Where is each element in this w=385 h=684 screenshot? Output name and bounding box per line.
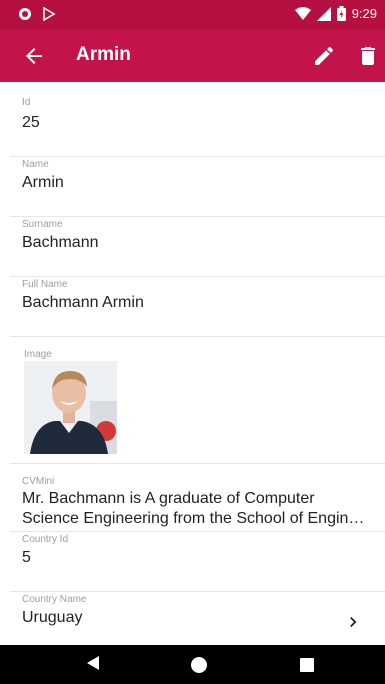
field-value: Mr. Bachmann is A graduate of Computer S… [22,490,365,527]
record-icon [19,8,31,20]
field-label: Image [24,349,52,360]
system-nav-bar [0,645,385,684]
detail-content[interactable]: Id 25 Name Armin Surname Bachmann Full N… [0,82,385,645]
arrow-back-icon[interactable] [22,44,46,68]
pencil-icon[interactable] [312,44,336,68]
field-value: Bachmann [22,234,99,251]
field-value: Bachmann Armin [22,294,144,311]
profile-photo [24,361,117,454]
wifi-icon [294,6,311,20]
status-time: 9:29 [351,6,377,21]
field-surname: Surname Bachmann [10,217,385,277]
field-name: Name Armin [10,157,385,217]
field-label: Surname [22,219,63,230]
field-value: Armin [22,174,64,191]
play-store-icon [43,7,56,21]
field-country-id: Country Id 5 [10,532,385,592]
field-label: Id [22,97,31,108]
signal-icon [316,6,331,21]
field-label: Name [22,159,49,170]
page-title: Armin [76,44,131,65]
trash-icon[interactable] [356,44,380,68]
field-label: Country Name [22,594,87,605]
app-bar: Armin [0,30,385,82]
field-label: Full Name [22,279,68,290]
status-bar: 9:29 [0,0,385,30]
battery-icon [336,6,346,21]
field-image: Image [10,337,385,464]
field-value: 5 [22,549,31,566]
nav-back-icon[interactable] [86,655,100,671]
field-value: 25 [22,114,40,131]
field-label: Country Id [22,534,69,545]
nav-home-icon[interactable] [191,657,207,673]
field-cvmini: CVMini Mr. Bachmann is A graduate of Com… [10,464,385,532]
field-id: Id 25 [10,82,385,157]
field-value: Uruguay [22,609,83,626]
field-label: CVMini [22,476,55,487]
field-full-name: Full Name Bachmann Armin [10,277,385,337]
chevron-right-icon[interactable] [343,612,363,632]
field-country-name[interactable]: Country Name Uruguay [10,592,385,645]
nav-recents-icon[interactable] [300,658,314,672]
